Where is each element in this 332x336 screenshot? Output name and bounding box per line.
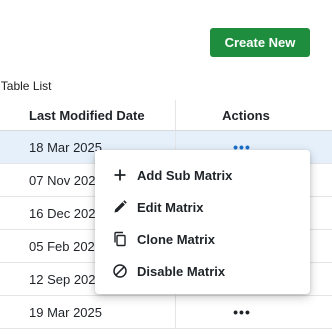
table-row[interactable]: 19 Mar 2025 •••	[0, 296, 332, 329]
last-modified-cell: 12 Sep 2024	[29, 271, 103, 287]
row-actions-menu: Add Sub Matrix Edit Matrix Clone Matrix …	[95, 150, 310, 294]
last-modified-cell: 18 Mar 2025	[29, 139, 102, 155]
menu-item-clone-matrix[interactable]: Clone Matrix	[95, 223, 310, 255]
last-modified-cell: 16 Dec 2024	[29, 205, 103, 221]
row-actions-button[interactable]: •••	[226, 304, 258, 320]
last-modified-cell: 19 Mar 2025	[29, 304, 102, 320]
column-header-last-modified[interactable]: Last Modified Date	[29, 108, 145, 123]
menu-item-label: Add Sub Matrix	[137, 167, 233, 183]
pencil-icon	[112, 199, 128, 215]
menu-item-label: Edit Matrix	[137, 199, 204, 215]
column-header-actions: Actions	[222, 107, 270, 123]
table-list-caption: e Table List	[0, 79, 52, 93]
plus-icon	[112, 167, 128, 183]
column-divider	[175, 296, 176, 328]
menu-item-add-sub-matrix[interactable]: Add Sub Matrix	[95, 159, 310, 191]
menu-item-label: Clone Matrix	[137, 231, 216, 247]
block-icon	[112, 263, 128, 279]
copy-icon	[112, 231, 128, 247]
menu-item-edit-matrix[interactable]: Edit Matrix	[95, 191, 310, 223]
last-modified-cell: 05 Feb 2025	[29, 238, 103, 254]
table-header-row: Last Modified Date Actions	[0, 100, 332, 131]
last-modified-cell: 07 Nov 2024	[29, 172, 103, 188]
menu-item-disable-matrix[interactable]: Disable Matrix	[95, 255, 310, 287]
create-new-button[interactable]: Create New	[210, 28, 310, 57]
menu-item-label: Disable Matrix	[137, 263, 226, 279]
